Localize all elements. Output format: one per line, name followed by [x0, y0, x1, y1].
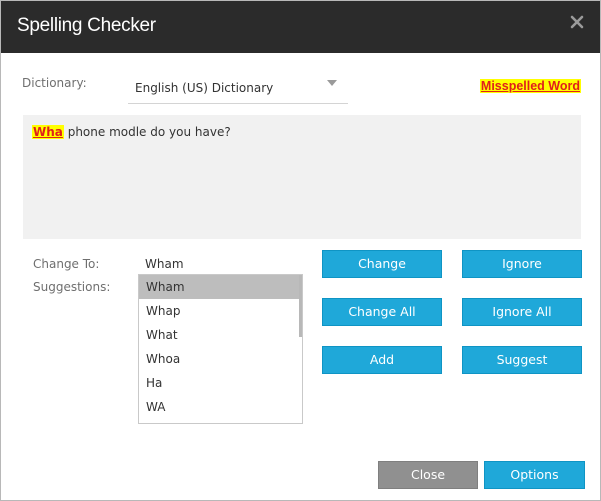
change-to-label: Change To: [33, 257, 100, 271]
dictionary-selected-value: English (US) Dictionary [135, 81, 274, 95]
suggest-button[interactable]: Suggest [462, 346, 582, 374]
checked-text-line: Wha phone modle do you have? [32, 125, 231, 139]
ignore-button[interactable]: Ignore [462, 250, 582, 278]
title-bar: Spelling Checker [1, 1, 600, 53]
change-all-button[interactable]: Change All [322, 298, 442, 326]
dialog-title: Spelling Checker [17, 15, 156, 36]
misspelled-word-legend: Misspelled Word [479, 79, 581, 93]
suggestion-item[interactable]: Whap [139, 299, 299, 323]
dictionary-label: Dictionary: [22, 76, 87, 90]
misspelled-word[interactable]: Wha [32, 125, 64, 139]
options-button[interactable]: Options [484, 461, 585, 489]
suggestion-item[interactable]: Ha [139, 371, 299, 395]
suggestion-item[interactable]: What [139, 323, 299, 347]
suggestion-item[interactable]: WA [139, 395, 299, 419]
suggestion-item[interactable]: Wham [139, 275, 299, 299]
spelling-checker-dialog: Spelling Checker Dictionary: English (US… [0, 0, 601, 501]
change-button[interactable]: Change [322, 250, 442, 278]
dictionary-select[interactable]: English (US) Dictionary [128, 71, 348, 104]
ignore-all-button[interactable]: Ignore All [462, 298, 582, 326]
chevron-down-icon [327, 80, 337, 86]
suggestion-item[interactable]: Whoa [139, 347, 299, 371]
suggestions-label: Suggestions: [33, 280, 111, 294]
close-button[interactable]: Close [378, 461, 478, 489]
change-to-input[interactable]: Wham [145, 257, 184, 271]
add-button[interactable]: Add [322, 346, 442, 374]
checked-text-rest: phone modle do you have? [63, 125, 231, 139]
suggestions-scrollbar[interactable] [299, 275, 302, 337]
close-icon[interactable] [568, 13, 588, 33]
checked-text-area[interactable]: Wha phone modle do you have? [23, 115, 581, 239]
suggestions-list[interactable]: Wham Whap What Whoa Ha WA [138, 274, 303, 424]
